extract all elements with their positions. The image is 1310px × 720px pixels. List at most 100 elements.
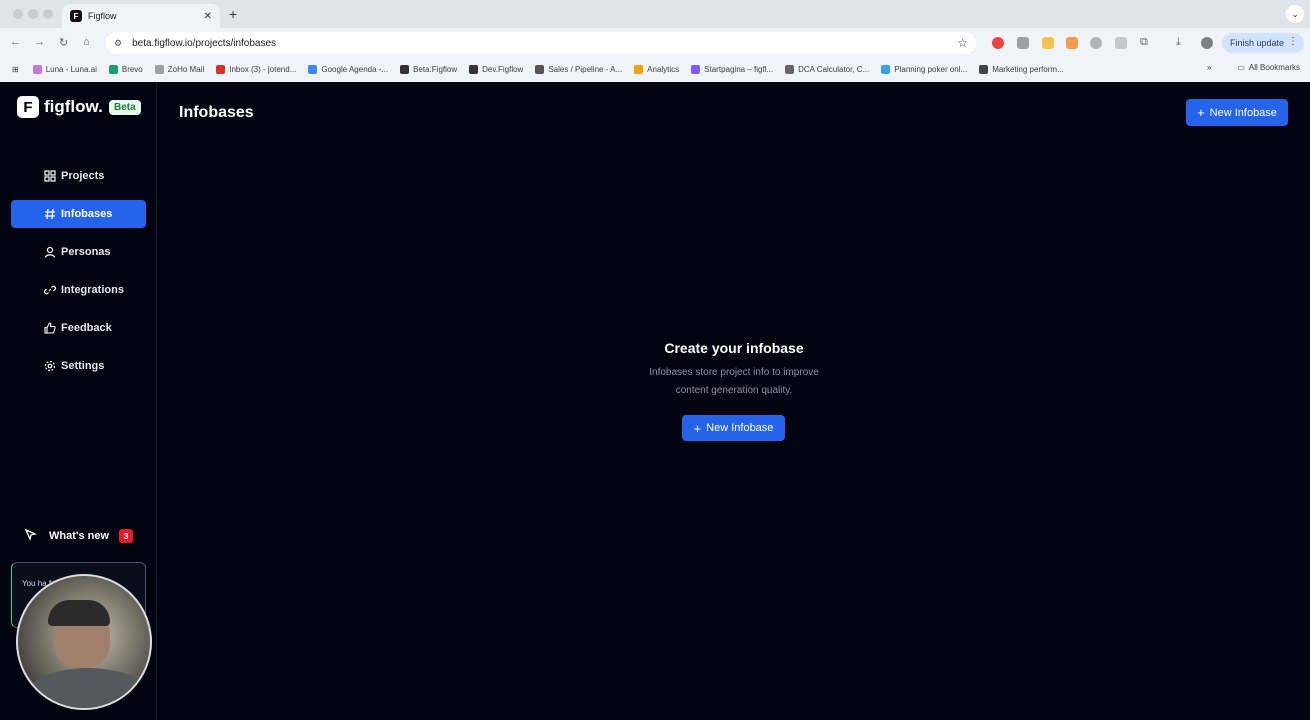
- bookmark-item[interactable]: DCA Calculator, C...: [785, 64, 870, 74]
- whats-new-button[interactable]: What's new 3: [24, 528, 134, 544]
- sidebar-item-integrations[interactable]: Integrations: [11, 276, 146, 304]
- sidebar-item-label: Integrations: [61, 284, 124, 296]
- tab-strip: F Figflow ✕ + ⌄: [0, 0, 1310, 28]
- bookmark-favicon-icon: [32, 64, 42, 74]
- bookmark-item[interactable]: Beta.Figflow: [400, 64, 458, 74]
- bookmark-item[interactable]: Marketing perform...: [979, 64, 1064, 74]
- all-bookmarks-button[interactable]: » ▭ All Bookmarks: [1207, 63, 1300, 72]
- bookmark-item[interactable]: Sales / Pipeline - A...: [535, 64, 623, 74]
- browser-toolbar: ← → ↻ ⌂ ⚙ beta.figflow.io/projects/infob…: [0, 28, 1310, 58]
- apps-grid-icon[interactable]: ⊞: [12, 65, 19, 74]
- bookmark-label: Analytics: [647, 64, 680, 74]
- finish-update-button[interactable]: Finish update ⋮: [1222, 33, 1304, 53]
- reload-icon[interactable]: ↻: [59, 36, 68, 49]
- folder-icon: ▭: [1237, 63, 1245, 72]
- bookmark-item[interactable]: Inbox (3) - jotend...: [216, 64, 297, 74]
- sidebar-item-feedback[interactable]: Feedback: [11, 314, 146, 342]
- bookmark-label: Brevo: [121, 64, 143, 74]
- bookmark-item[interactable]: Brevo: [108, 64, 143, 74]
- sidebar-item-projects[interactable]: Projects: [11, 162, 146, 190]
- user-icon: [43, 246, 56, 259]
- profile-avatar-icon[interactable]: [1201, 37, 1213, 49]
- finish-update-label: Finish update: [1230, 38, 1285, 48]
- forward-arrow-icon[interactable]: →: [34, 36, 45, 48]
- bookmark-label: Google Agenda -...: [321, 64, 389, 74]
- figflow-favicon-icon: F: [70, 10, 82, 22]
- bookmark-favicon-icon: [691, 64, 701, 74]
- bookmark-star-icon[interactable]: ☆: [957, 36, 968, 50]
- empty-state-title: Create your infobase: [664, 340, 804, 356]
- thumbs-up-icon: [43, 322, 56, 335]
- bookmark-label: Inbox (3) - jotend...: [229, 64, 297, 74]
- download-icon[interactable]: ⤓: [1176, 36, 1181, 49]
- bookmark-favicon-icon: [979, 64, 989, 74]
- empty-state: Create your infobase Infobases store pro…: [158, 82, 1310, 720]
- cursor-sparkle-icon: [24, 528, 37, 544]
- bookmark-favicon-icon: [154, 64, 164, 74]
- main-content: Infobases + New Infobase Create your inf…: [158, 82, 1310, 720]
- sidebar: F figflow. Beta Projects Infobases Persona…: [0, 82, 157, 720]
- window-zoom-button[interactable]: [43, 9, 53, 19]
- window-close-button[interactable]: [13, 9, 23, 19]
- bookmark-label: ZoHo Mail: [167, 64, 205, 74]
- bookmark-favicon-icon: [535, 64, 545, 74]
- bookmark-label: Sales / Pipeline - A...: [548, 64, 623, 74]
- address-bar[interactable]: ⚙ beta.figflow.io/projects/infobases ☆: [106, 32, 976, 54]
- bookmark-label: Planning poker onl...: [894, 64, 968, 74]
- bookmark-favicon-icon: [634, 64, 644, 74]
- extension-icon[interactable]: [1115, 37, 1127, 49]
- sidebar-nav: Projects Infobases Personas Integrations Fee…: [11, 162, 146, 390]
- window-minimize-button[interactable]: [28, 9, 38, 19]
- hash-icon: [43, 208, 56, 221]
- extension-icon[interactable]: [1066, 37, 1078, 49]
- whats-new-label: What's new: [49, 530, 110, 542]
- site-info-icon[interactable]: ⚙: [114, 38, 122, 49]
- sidebar-item-infobases[interactable]: Infobases: [11, 200, 146, 228]
- figflow-logo-mark-icon: F: [17, 96, 39, 118]
- bookmarks-bar: ⊞ Luna - Luna.ai Brevo ZoHo Mail Inbox (3) …: [0, 58, 1310, 80]
- bookmark-item[interactable]: Analytics: [634, 64, 680, 74]
- bookmark-label: DCA Calculator, C...: [798, 64, 870, 74]
- tab-close-icon[interactable]: ✕: [204, 11, 212, 22]
- empty-state-new-infobase-button[interactable]: + New Infobase: [682, 415, 785, 441]
- sidebar-item-label: Projects: [61, 170, 105, 182]
- bookmark-favicon-icon: [881, 64, 891, 74]
- all-bookmarks-label: All Bookmarks: [1248, 63, 1300, 72]
- sidebar-item-label: Personas: [61, 246, 111, 258]
- extension-icon[interactable]: [1017, 37, 1029, 49]
- app: F figflow. Beta Projects Infobases Persona…: [0, 82, 1310, 720]
- bookmark-item[interactable]: Dev.Figflow: [469, 64, 523, 74]
- bookmark-favicon-icon: [400, 64, 410, 74]
- bookmark-label: Startpagina – figfl...: [704, 64, 774, 74]
- bookmark-label: Beta.Figflow: [413, 64, 458, 74]
- beta-badge: Beta: [109, 100, 141, 115]
- home-icon[interactable]: ⌂: [83, 36, 90, 48]
- bookmark-label: Luna - Luna.ai: [45, 64, 97, 74]
- tab-search-chevron-icon[interactable]: ⌄: [1286, 5, 1304, 23]
- extension-icon[interactable]: [1090, 37, 1102, 49]
- sidebar-item-label: Infobases: [61, 208, 113, 220]
- empty-state-description: Infobases store project info to improve …: [649, 367, 819, 396]
- chevron-right-icon[interactable]: »: [1207, 63, 1211, 72]
- bookmark-favicon-icon: [108, 64, 118, 74]
- extension-icon[interactable]: [1042, 37, 1054, 49]
- browser-tab[interactable]: F Figflow ✕: [62, 4, 220, 28]
- extensions-puzzle-icon[interactable]: ⧉: [1140, 36, 1148, 49]
- bookmark-favicon-icon: [308, 64, 318, 74]
- back-arrow-icon[interactable]: ←: [10, 36, 21, 48]
- sidebar-item-label: Feedback: [61, 322, 112, 334]
- tab-title: Figflow: [88, 11, 117, 21]
- logo-text: figflow.: [44, 97, 103, 116]
- empty-state-button-label: New Infobase: [706, 422, 774, 434]
- bookmark-item[interactable]: Planning poker onl...: [881, 64, 968, 74]
- bookmark-item[interactable]: Google Agenda -...: [308, 64, 389, 74]
- bookmark-item[interactable]: Luna - Luna.ai: [32, 64, 97, 74]
- extension-adblock-icon[interactable]: [992, 37, 1004, 49]
- sidebar-item-personas[interactable]: Personas: [11, 238, 146, 266]
- sidebar-item-settings[interactable]: Settings: [11, 352, 146, 380]
- bookmark-item[interactable]: Startpagina – figfl...: [691, 64, 774, 74]
- figflow-logo[interactable]: F figflow.: [17, 96, 103, 118]
- bookmark-item[interactable]: ZoHo Mail: [154, 64, 205, 74]
- new-tab-icon[interactable]: +: [229, 6, 237, 22]
- kebab-menu-icon[interactable]: ⋮: [1288, 36, 1298, 47]
